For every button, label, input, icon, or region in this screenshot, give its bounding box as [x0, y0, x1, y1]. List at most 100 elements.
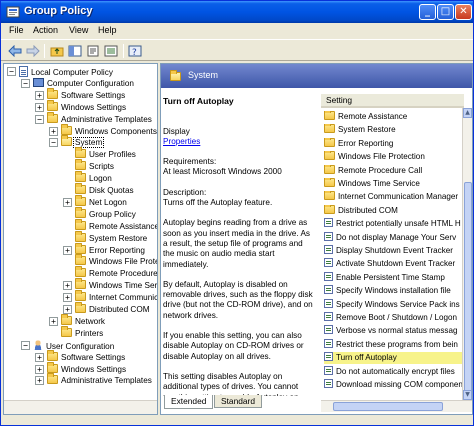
tree-node[interactable]: User Configuration	[33, 339, 115, 351]
tree-node-label: User Configuration	[46, 341, 115, 351]
settings-folder-item[interactable]: Internet Communication Manager	[324, 191, 464, 203]
computer-icon	[33, 77, 44, 87]
toolbar-separator	[123, 44, 124, 58]
forward-button[interactable]	[25, 43, 41, 58]
collapse-icon[interactable]: −	[21, 340, 30, 350]
settings-folder-item[interactable]: Windows Time Service	[324, 178, 464, 190]
tree-node[interactable]: System	[61, 135, 105, 149]
expand-icon[interactable]: +	[35, 376, 44, 386]
maximize-button[interactable]: □	[437, 4, 454, 20]
expand-icon[interactable]: +	[63, 281, 72, 291]
expand-icon[interactable]: +	[49, 126, 58, 136]
collapse-icon[interactable]: −	[21, 78, 30, 88]
setting-item[interactable]: Restrict potentially unsafe HTML H	[324, 218, 464, 230]
tree-node[interactable]: Windows File Protection	[75, 254, 157, 267]
menu-view[interactable]: View	[69, 25, 88, 35]
setting-item[interactable]: Activate Shutdown Event Tracker	[324, 258, 464, 270]
tree-node[interactable]: Administrative Templates	[47, 111, 153, 125]
tree-node[interactable]: Administrative Templates	[47, 373, 153, 386]
scrollbar-thumb[interactable]	[464, 182, 472, 392]
setting-item[interactable]: Do not display Manage Your Serv	[324, 231, 464, 244]
tree-node[interactable]: User Profiles	[75, 147, 137, 160]
setting-item[interactable]: Verbose vs normal status messag	[324, 325, 464, 337]
settings-folder-item[interactable]: Remote Assistance	[324, 111, 464, 123]
show-hide-tree-button[interactable]	[67, 43, 83, 58]
setting-item[interactable]: Download missing COM componen	[324, 379, 464, 391]
menu-action[interactable]: Action	[33, 25, 58, 35]
expand-icon[interactable]: +	[35, 102, 44, 112]
tree-node[interactable]: Net Logon	[75, 194, 128, 208]
expand-icon[interactable]: +	[49, 316, 58, 326]
collapse-icon[interactable]: −	[35, 114, 44, 124]
tree-node[interactable]: Distributed COM	[75, 302, 151, 315]
properties-link[interactable]: Properties	[163, 137, 200, 146]
tab-extended[interactable]: Extended	[164, 395, 214, 409]
setting-column-header[interactable]: Setting	[321, 94, 464, 108]
up-one-level-button[interactable]	[49, 43, 65, 58]
back-button[interactable]	[7, 43, 23, 58]
tree-node[interactable]: Software Settings	[47, 87, 126, 101]
expand-icon[interactable]: +	[63, 197, 72, 207]
tree-node[interactable]: Windows Settings	[47, 361, 127, 375]
menu-help[interactable]: Help	[98, 25, 117, 35]
setting-item[interactable]: Restrict these programs from bein	[324, 338, 464, 351]
tree-node[interactable]: Software Settings	[47, 349, 126, 363]
properties-button[interactable]	[85, 43, 101, 58]
collapse-icon[interactable]: −	[7, 67, 16, 76]
tree-node[interactable]: Group Policy	[75, 206, 137, 220]
menu-file[interactable]: File	[9, 25, 24, 35]
tree-node-label: Printers	[75, 328, 104, 338]
minimize-button[interactable]: _	[419, 4, 436, 20]
tree-node[interactable]: Remote Assistance	[75, 218, 157, 232]
setting-item[interactable]: Specify Windows installation file	[324, 285, 464, 297]
vertical-scrollbar[interactable]: ▲ ▼	[462, 108, 472, 400]
setting-item[interactable]: Turn off Autoplay	[324, 352, 464, 365]
tree-node[interactable]: Disk Quotas	[75, 183, 135, 196]
expand-icon[interactable]: +	[35, 352, 44, 362]
settings-list[interactable]: Setting Remote Assistance System Restore E…	[321, 94, 472, 400]
expand-icon[interactable]: +	[63, 305, 72, 314]
policy-setting-icon	[324, 231, 333, 241]
setting-item[interactable]: Enable Persistent Time Stamp	[324, 271, 464, 284]
expand-icon[interactable]: +	[35, 90, 44, 100]
folder-open-icon	[170, 70, 181, 81]
settings-folder-item[interactable]: Remote Procedure Call	[324, 164, 464, 177]
tree-node[interactable]: Local Computer Policy	[19, 66, 114, 77]
close-button[interactable]: ✕	[455, 4, 472, 20]
collapse-icon[interactable]: −	[49, 138, 58, 148]
scroll-up-arrow-icon[interactable]: ▲	[463, 108, 472, 118]
tree-node[interactable]: Printers	[61, 325, 104, 339]
tree-node[interactable]: Windows Settings	[47, 99, 127, 113]
setting-item[interactable]: Display Shutdown Event Tracker	[324, 245, 464, 257]
tree-node[interactable]: Network	[61, 313, 106, 327]
title-bar[interactable]: Group Policy _ □ ✕	[1, 1, 473, 23]
expand-icon[interactable]: +	[63, 293, 72, 303]
setting-item[interactable]: Specify Windows Service Pack ins	[324, 298, 464, 311]
status-bar	[1, 415, 473, 425]
settings-folder-item[interactable]: Windows File Protection	[324, 151, 464, 163]
setting-item[interactable]: Remove Boot / Shutdown / Logon	[324, 312, 464, 324]
tree-node[interactable]: Windows Components	[61, 123, 157, 137]
folder-icon	[47, 373, 58, 385]
console-tree[interactable]: − Local Computer Policy − Computer Configur…	[3, 63, 158, 415]
tree-node[interactable]: System Restore	[75, 230, 148, 244]
settings-folder-item[interactable]: Distributed COM	[324, 204, 464, 217]
tree-node[interactable]: Internet Communications	[75, 290, 157, 303]
tree-node[interactable]: Error Reporting	[75, 242, 146, 256]
toolbar: ?	[1, 39, 473, 61]
export-list-button[interactable]	[103, 43, 119, 58]
tree-horizontal-scrollbar[interactable]	[4, 400, 157, 414]
user-icon	[33, 339, 43, 350]
expand-icon[interactable]: +	[35, 364, 44, 374]
settings-folder-item[interactable]: System Restore	[324, 124, 464, 136]
help-button[interactable]: ?	[127, 43, 143, 58]
folder-icon	[75, 278, 86, 290]
setting-item[interactable]: Do not automatically encrypt files	[324, 365, 464, 378]
tab-standard[interactable]: Standard	[214, 395, 262, 408]
folder-icon	[324, 151, 335, 161]
settings-folder-item[interactable]: Error Reporting	[324, 137, 464, 150]
expand-icon[interactable]: +	[63, 245, 72, 255]
tree-node[interactable]: Remote Procedure Call	[75, 266, 157, 279]
tree-node[interactable]: Windows Time Service	[75, 278, 157, 291]
tree-node-label: Windows Settings	[61, 102, 127, 112]
